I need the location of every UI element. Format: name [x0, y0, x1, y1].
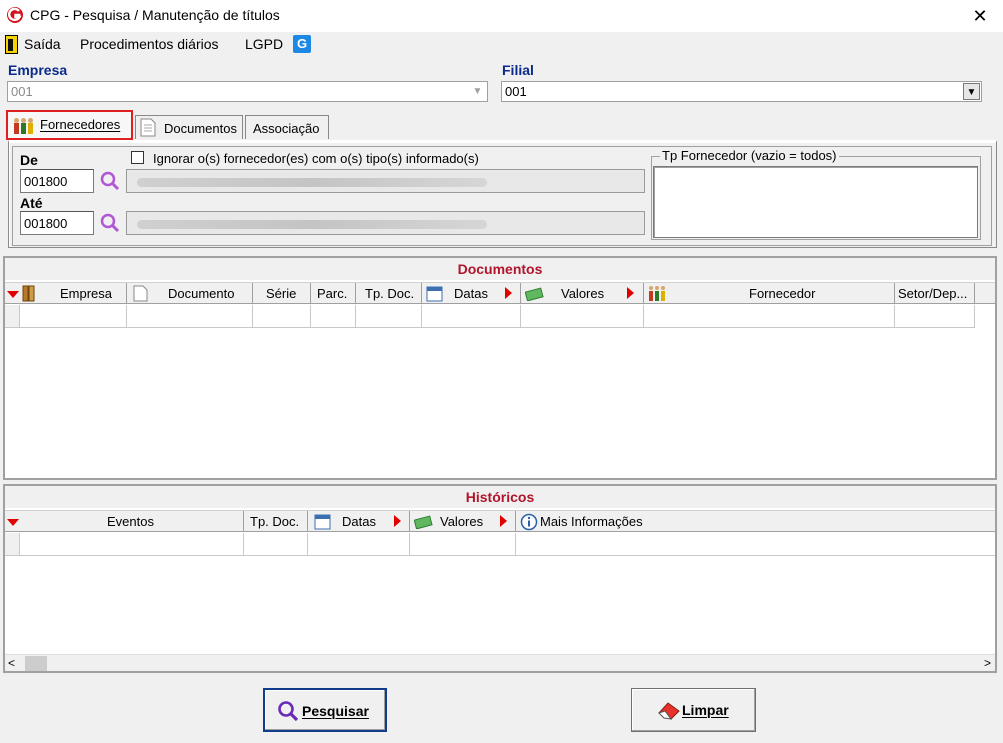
menu-item-procedimentos-diarios[interactable]: Procedimentos diários	[80, 36, 219, 52]
fornecedor-de-input[interactable]: 001800	[20, 169, 94, 193]
de-label: De	[20, 152, 38, 168]
redacted-name-de	[137, 178, 487, 187]
sort-arrow-icon	[7, 291, 19, 298]
menu-item-saida[interactable]: Saída	[24, 36, 61, 52]
col-parc[interactable]: Parc.	[311, 283, 356, 304]
col-setor-dep[interactable]: Setor/Dep...	[895, 283, 975, 304]
tab-fornecedores-label: Fornecedores	[40, 117, 121, 132]
fornecedor-ate-name-field	[126, 211, 645, 235]
info-icon	[520, 513, 538, 531]
tp-fornecedor-legend: Tp Fornecedor (vazio = todos)	[660, 148, 839, 163]
col-datas[interactable]: Datas	[308, 511, 410, 532]
calendar-icon	[314, 514, 331, 530]
tab-fornecedores[interactable]: Fornecedores	[6, 110, 133, 140]
eraser-icon	[658, 702, 680, 720]
title-bar: CPG - Pesquisa / Manutenção de títulos ✕	[0, 0, 1003, 32]
filial-value: 001	[505, 84, 527, 99]
col-valores[interactable]: Valores	[521, 283, 644, 304]
ate-label: Até	[20, 195, 43, 211]
empresa-select[interactable]: 001 ▼	[7, 81, 488, 102]
menu-item-lgpd[interactable]: LGPD	[245, 36, 283, 52]
filial-select[interactable]: 001 ▼	[501, 81, 982, 102]
book-icon	[22, 285, 35, 302]
limpar-label: Limpar	[682, 702, 729, 718]
documentos-title: Documentos	[5, 258, 995, 280]
tab-documentos-label: Documentos	[164, 121, 237, 136]
ignore-types-label: Ignorar o(s) fornecedor(es) com o(s) tip…	[153, 151, 479, 166]
historicos-section: Históricos Eventos Tp. Doc. Datas Valore…	[3, 484, 997, 673]
empresa-label: Empresa	[8, 62, 68, 78]
documentos-section: Documentos Empresa Documento Série Parc.…	[3, 256, 997, 480]
window-title: CPG - Pesquisa / Manutenção de títulos	[30, 7, 280, 23]
expand-arrow-icon[interactable]	[394, 515, 401, 527]
menu-bar: Saída Procedimentos diários LGPD G	[0, 32, 1003, 58]
app-logo-icon	[7, 7, 23, 23]
filial-dropdown-arrow-icon[interactable]: ▼	[963, 83, 980, 100]
limpar-button[interactable]: Limpar	[631, 688, 756, 732]
magnifier-icon	[278, 701, 299, 722]
col-fornecedor[interactable]: Fornecedor	[644, 283, 895, 304]
table-row[interactable]	[5, 305, 975, 328]
suppliers-icon	[14, 118, 33, 134]
col-mais-informacoes[interactable]: Mais Informações	[516, 511, 995, 532]
money-icon	[525, 287, 544, 301]
col-documento[interactable]: Documento	[127, 283, 253, 304]
suppliers-icon	[649, 286, 665, 301]
col-datas[interactable]: Datas	[422, 283, 521, 304]
col-tp-doc[interactable]: Tp. Doc.	[356, 283, 422, 304]
tab-documentos[interactable]: Documentos	[135, 115, 243, 139]
tab-associacao-label: Associação	[253, 121, 320, 136]
col-serie[interactable]: Série	[253, 283, 311, 304]
document-icon	[140, 118, 156, 137]
col-eventos[interactable]: Eventos	[5, 511, 244, 532]
fornecedor-ate-input[interactable]: 001800	[20, 211, 94, 235]
documentos-header-row: Empresa Documento Série Parc. Tp. Doc. D…	[5, 282, 995, 304]
fornecedor-de-name-field	[126, 169, 645, 193]
expand-arrow-icon[interactable]	[505, 287, 512, 299]
tab-associacao[interactable]: Associação	[245, 115, 329, 139]
document-icon	[133, 285, 148, 302]
col-tp-doc[interactable]: Tp. Doc.	[244, 511, 308, 532]
empresa-dropdown-arrow-icon[interactable]: ▼	[469, 83, 486, 100]
historicos-header-row: Eventos Tp. Doc. Datas Valores Mais Info…	[5, 510, 995, 532]
filial-label: Filial	[502, 62, 534, 78]
historicos-title: Históricos	[5, 486, 995, 508]
pesquisar-label: Pesquisar	[302, 703, 369, 719]
fornecedor-ate-value: 001800	[24, 216, 68, 231]
expand-arrow-icon[interactable]	[627, 287, 634, 299]
search-de-icon[interactable]	[99, 170, 121, 192]
horizontal-scrollbar[interactable]: < >	[5, 654, 995, 671]
fornecedor-de-value: 001800	[24, 174, 68, 189]
table-row[interactable]	[5, 533, 995, 556]
sort-arrow-icon	[7, 519, 19, 526]
pesquisar-button[interactable]: Pesquisar	[263, 688, 387, 732]
scroll-thumb[interactable]	[25, 656, 47, 671]
close-button[interactable]: ✕	[957, 0, 1003, 32]
lgpd-g-icon[interactable]: G	[293, 35, 311, 53]
col-valores[interactable]: Valores	[410, 511, 516, 532]
scroll-left-icon[interactable]: <	[8, 655, 15, 672]
expand-arrow-icon[interactable]	[500, 515, 507, 527]
money-icon	[414, 515, 433, 529]
redacted-name-ate	[137, 220, 487, 229]
empresa-value: 001	[11, 84, 33, 99]
search-ate-icon[interactable]	[99, 212, 121, 234]
tp-fornecedor-list[interactable]	[653, 166, 978, 238]
col-empresa[interactable]: Empresa	[5, 283, 127, 304]
calendar-icon	[426, 286, 443, 302]
exit-door-icon[interactable]	[5, 35, 18, 54]
ignore-types-checkbox[interactable]	[131, 151, 144, 164]
scroll-right-icon[interactable]: >	[984, 655, 991, 672]
